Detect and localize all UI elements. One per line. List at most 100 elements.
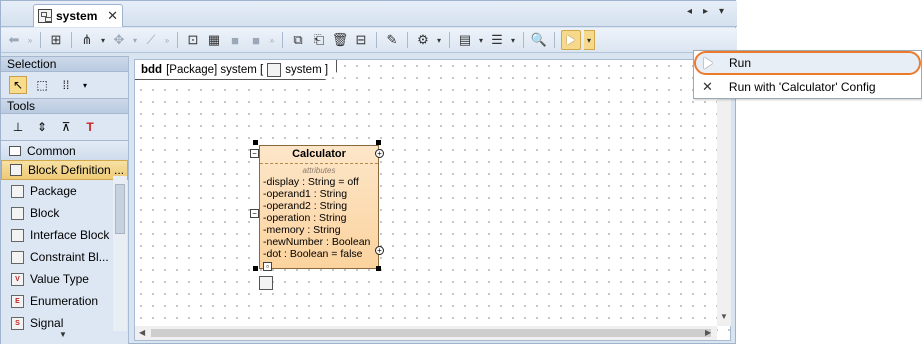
toolbar-separator <box>282 32 283 48</box>
diagram-icon[interactable]: ▤ <box>456 31 474 49</box>
pointer-icon[interactable]: ↖ <box>9 76 27 94</box>
diagram-canvas[interactable]: bdd [Package] system [ system ] Calculat… <box>134 59 731 341</box>
tab-menu-icon[interactable]: ▾ <box>719 6 724 17</box>
toolbar-separator <box>40 32 41 48</box>
horizontal-scrollbar[interactable]: ◀ ▶ <box>135 326 717 340</box>
spacer-icon[interactable]: ⇕ <box>33 118 51 136</box>
add-port-icon[interactable]: + <box>375 246 384 255</box>
palette-item-enumeration[interactable]: E Enumeration <box>1 290 113 312</box>
item-label: Interface Block <box>30 228 110 242</box>
calculator-block[interactable]: Calculator attributes -display : String … <box>259 145 379 269</box>
scroll-down-icon[interactable]: ▼ <box>59 330 67 339</box>
diagram-toolbar: ⬅ » ⊞ ⋔ ▾ ✥ ▾ ⟋ » ⊡ ▦ ■ ■ » ⧉ ⎗ 🗑 ⊟ ✎ ⚙ … <box>1 28 737 53</box>
create-diagram-icon[interactable] <box>259 276 273 290</box>
more-icon[interactable]: » <box>163 31 171 49</box>
attribute-row: -memory : String <box>263 224 341 236</box>
menu-item-run[interactable]: Run <box>694 51 921 75</box>
folder-icon <box>9 145 21 156</box>
delete-icon[interactable]: 🗑 <box>331 31 349 49</box>
chevron-down-icon[interactable]: ▾ <box>131 31 139 49</box>
palette-group-common[interactable]: Common <box>1 140 128 160</box>
item-label: Enumeration <box>30 294 99 308</box>
resize-handle[interactable] <box>253 140 258 145</box>
diagram-icon <box>267 62 282 77</box>
resize-handle[interactable] <box>376 266 381 271</box>
diagram-header-name: system ] <box>285 63 329 76</box>
copy-icon[interactable]: ⧉ <box>289 31 307 49</box>
align-icon[interactable]: ⊼ <box>57 118 75 136</box>
zoom-icon[interactable]: 🔍 <box>530 31 548 49</box>
palette-item-interface-block[interactable]: Interface Block <box>1 224 113 246</box>
resize-handle[interactable] <box>376 140 381 145</box>
table-icon[interactable]: ▦ <box>205 31 223 49</box>
item-label: Constraint Bl... <box>30 250 109 264</box>
palette-item-block[interactable]: Block <box>1 202 113 224</box>
chevron-down-icon[interactable]: ▾ <box>99 31 107 49</box>
attribute-row: -operand1 : String <box>263 188 348 200</box>
scroll-right-icon[interactable]: ▶ <box>705 328 711 337</box>
signal-icon: S <box>11 316 24 330</box>
box-icon[interactable]: ■ <box>226 31 244 49</box>
tree-layout-icon[interactable]: ⋔ <box>78 31 96 49</box>
palette: Selection ↖ ⬚ ⁞⁞ ▾ Tools ⊥ ⇕ ⊼ T Common … <box>1 56 129 344</box>
more-icon[interactable]: » <box>268 31 276 49</box>
chevron-down-icon[interactable]: ▾ <box>435 31 443 49</box>
palette-group-block-definition[interactable]: Block Definition ... <box>1 160 128 180</box>
palette-tools-header: Tools <box>1 98 128 114</box>
chevron-down-icon[interactable]: ▾ <box>81 76 89 94</box>
marquee-select-icon[interactable]: ⬚ <box>33 76 51 94</box>
run-dropdown-button[interactable]: ▾ <box>584 30 595 50</box>
block-icon <box>11 206 24 220</box>
insert-shape-icon[interactable]: ⊡ <box>184 31 202 49</box>
enumeration-icon: E <box>11 294 24 308</box>
palette-scrollbar[interactable] <box>113 176 127 331</box>
format-icon[interactable]: ✎ <box>383 31 401 49</box>
hierarchy-icon[interactable]: ⊞ <box>47 31 65 49</box>
lasso-select-icon[interactable]: ⁞⁞ <box>57 76 75 94</box>
palette-item-constraint-block[interactable]: Constraint Bl... <box>1 246 113 268</box>
collapse-compartment-icon[interactable]: − <box>250 149 259 158</box>
run-button[interactable] <box>561 30 581 50</box>
tab-prev-icon[interactable]: ◂ <box>687 6 692 17</box>
line-icon[interactable]: ⟋ <box>142 31 160 49</box>
collapse-compartment-icon[interactable]: − <box>250 209 259 218</box>
resize-handle[interactable] <box>253 266 258 271</box>
gear-icon[interactable]: ⚙ <box>414 31 432 49</box>
interface-block-icon <box>11 228 24 242</box>
scrollbar-thumb[interactable] <box>151 329 711 337</box>
list-icon[interactable]: ☰ <box>488 31 506 49</box>
block-name: Calculator <box>260 146 378 164</box>
chevron-down-icon[interactable]: ▾ <box>509 31 517 49</box>
paste-icon[interactable]: ⎗ <box>310 31 328 49</box>
toolbar-separator <box>407 32 408 48</box>
tab-system[interactable]: system ✕ <box>33 4 123 27</box>
scroll-down-icon[interactable]: ▼ <box>720 312 728 321</box>
more-icon[interactable]: » <box>26 31 34 49</box>
close-icon[interactable]: ✕ <box>107 8 118 24</box>
add-port-icon[interactable]: + <box>375 149 384 158</box>
stamp-icon[interactable]: ⊥ <box>9 118 27 136</box>
scrollbar-thumb[interactable] <box>115 184 125 234</box>
scroll-left-icon[interactable]: ◀ <box>139 328 145 337</box>
chevron-down-icon[interactable]: ▾ <box>477 31 485 49</box>
tab-next-icon[interactable]: ▸ <box>703 6 708 17</box>
back-icon[interactable]: ⬅ <box>5 31 23 49</box>
palette-item-package[interactable]: Package <box>1 180 113 202</box>
box2-icon[interactable]: ■ <box>247 31 265 49</box>
run-icon <box>704 57 713 69</box>
menu-item-run-with-config[interactable]: ✕ Run with 'Calculator' Config <box>694 75 921 99</box>
vertical-scrollbar[interactable]: ▼ <box>717 60 731 326</box>
palette-item-value-type[interactable]: V Value Type <box>1 268 113 290</box>
package-icon <box>11 184 24 198</box>
relationship-icon[interactable]: ✥ <box>110 31 128 49</box>
palette-item-signal[interactable]: S Signal <box>1 312 113 334</box>
split-icon[interactable]: ⊟ <box>352 31 370 49</box>
toolbar-separator <box>376 32 377 48</box>
tab-label: system <box>56 9 98 23</box>
diagram-kind: bdd <box>141 63 163 76</box>
editor-window: system ✕ ◂ ▸ ▾ ⬅ » ⊞ ⋔ ▾ ✥ ▾ ⟋ » ⊡ ▦ ■ ■… <box>0 0 737 344</box>
smart-manipulator-icon[interactable]: ▫ <box>263 262 272 271</box>
toolbar-separator <box>554 32 555 48</box>
text-tool-icon[interactable]: T <box>81 118 99 136</box>
selection-tools: ↖ ⬚ ⁞⁞ ▾ <box>1 72 128 98</box>
